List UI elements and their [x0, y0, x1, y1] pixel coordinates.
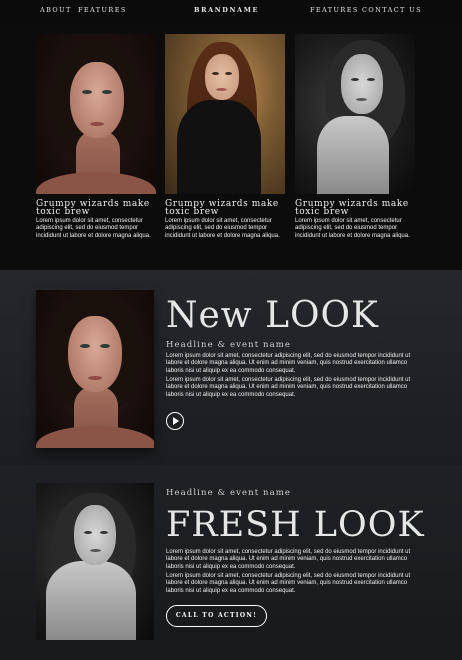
gallery-card[interactable]: Grumpy wizards make toxic brew Lorem ips…	[165, 34, 285, 240]
section-headline: Headline & event name	[166, 340, 292, 350]
nav-link-features[interactable]: FEATURES	[78, 6, 127, 14]
portrait-image	[36, 290, 154, 448]
new-look-section: New LOOK Headline & event name Lorem ips…	[0, 270, 462, 465]
portrait-image	[36, 483, 154, 640]
brand-logo[interactable]: BRANDNAME	[194, 6, 259, 14]
portrait-image	[36, 34, 156, 194]
section-title: FRESH LOOK	[166, 505, 425, 545]
portrait-image	[165, 34, 285, 194]
card-title: Grumpy wizards make toxic brew	[165, 199, 279, 217]
section-paragraph: Lorem ipsum dolor sit amet, consectetur …	[166, 353, 411, 374]
gallery-card[interactable]: Grumpy wizards make toxic brew Lorem ips…	[295, 34, 415, 240]
section-paragraph: Lorem ipsum dolor sit amet, consectetur …	[166, 573, 411, 594]
portrait-image	[295, 34, 415, 194]
section-paragraph: Lorem ipsum dolor sit amet, consectetur …	[166, 377, 411, 398]
play-circle-icon[interactable]	[166, 412, 184, 430]
card-text: Lorem ipsum dolor sit amet, consectetur …	[165, 218, 280, 239]
card-text: Lorem ipsum dolor sit amet, consectetur …	[295, 218, 410, 239]
card-title: Grumpy wizards make toxic brew	[36, 199, 150, 217]
section-title: New LOOK	[166, 295, 379, 336]
nav-link-about[interactable]: ABOUT	[40, 6, 72, 14]
card-title: Grumpy wizards make toxic brew	[295, 199, 409, 217]
nav-link-features-right[interactable]: FEATURES	[310, 6, 359, 14]
nav-link-contact[interactable]: CONTACT US	[362, 6, 422, 14]
fresh-look-section: Headline & event name FRESH LOOK Lorem i…	[0, 465, 462, 660]
section-paragraph: Lorem ipsum dolor sit amet, consectetur …	[166, 549, 411, 570]
section-headline: Headline & event name	[166, 488, 292, 498]
gallery-section: Grumpy wizards make toxic brew Lorem ips…	[0, 22, 462, 270]
call-to-action-button[interactable]: CALL TO ACTION!	[166, 605, 267, 627]
gallery-card[interactable]: Grumpy wizards make toxic brew Lorem ips…	[36, 34, 156, 240]
card-text: Lorem ipsum dolor sit amet, consectetur …	[36, 218, 151, 239]
top-nav: ABOUT FEATURES BRANDNAME FEATURES CONTAC…	[0, 0, 462, 22]
